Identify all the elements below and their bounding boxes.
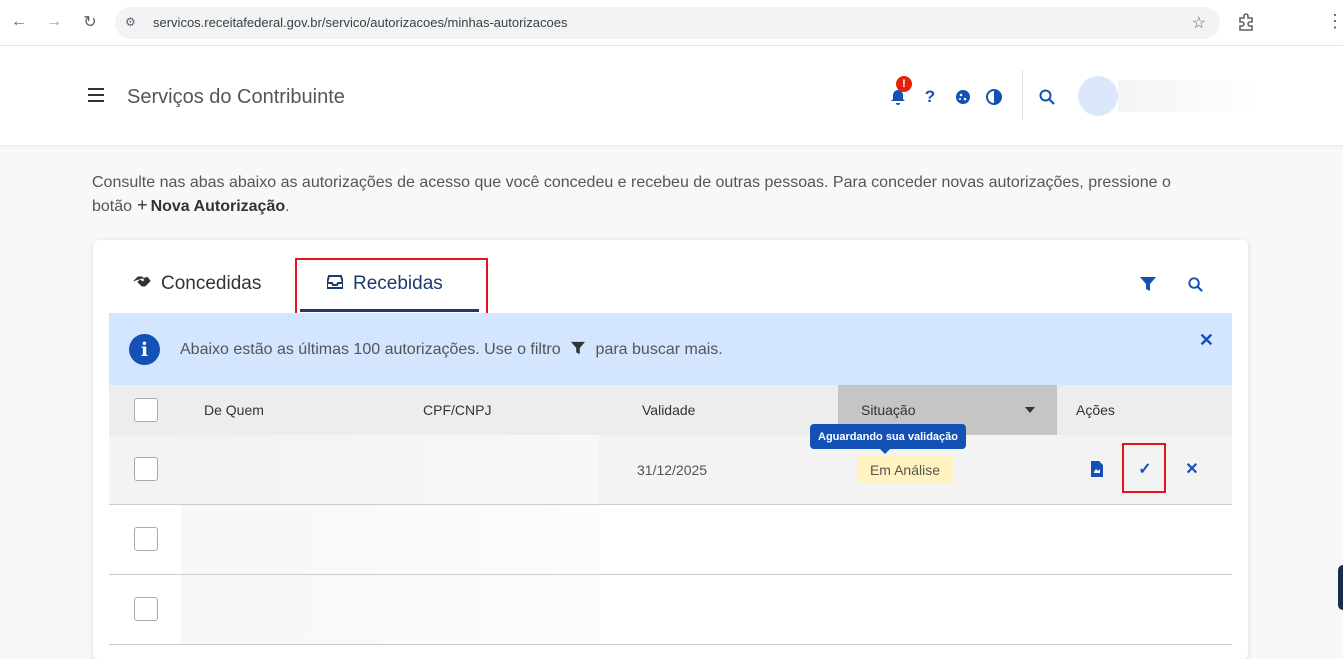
intro-text: Consulte nas abas abaixo as autorizações… — [92, 171, 1252, 218]
redacted-cell — [181, 435, 599, 504]
plus-icon: + — [137, 195, 148, 215]
filter-icon[interactable] — [1138, 274, 1158, 294]
table-row[interactable]: 31/12/2025 Em Análise ✓ ✕ — [109, 435, 1232, 505]
info-alert: i Abaixo estão as últimas 100 autorizaçõ… — [109, 313, 1232, 385]
alert-filter-icon — [571, 341, 586, 355]
card-search-icon[interactable] — [1185, 274, 1205, 294]
document-icon[interactable] — [1088, 460, 1106, 478]
app-header: Serviços do Contribuinte ! ? — [0, 46, 1343, 145]
tab-concedidas-label: Concedidas — [161, 273, 262, 294]
highlight-box-approve — [1122, 443, 1166, 493]
column-header-situacao[interactable]: Situação — [861, 402, 915, 418]
intro-text-after: . — [285, 198, 290, 215]
address-bar[interactable]: ⚙ servicos.receitafederal.gov.br/servico… — [115, 7, 1220, 39]
column-header-validade[interactable]: Validade — [642, 402, 695, 418]
bookmark-star-icon[interactable]: ☆ — [1192, 13, 1206, 33]
column-header-cpf-cnpj[interactable]: CPF/CNPJ — [423, 402, 491, 418]
url-text: servicos.receitafederal.gov.br/servico/a… — [153, 15, 568, 30]
help-icon[interactable]: ? — [920, 87, 940, 107]
row-checkbox[interactable] — [134, 527, 158, 551]
sort-desc-icon[interactable] — [1025, 407, 1035, 413]
reload-icon[interactable]: ↻ — [79, 11, 101, 33]
site-settings-icon[interactable]: ⚙ — [125, 15, 141, 31]
menu-hamburger-icon[interactable] — [88, 88, 104, 102]
authorizations-card: Concedidas Recebidas i Abaixo estão as ú… — [93, 240, 1248, 659]
header-divider — [1022, 70, 1023, 120]
column-header-acoes: Ações — [1076, 402, 1115, 418]
user-name-redacted[interactable] — [1118, 80, 1258, 112]
table-row[interactable] — [109, 575, 1232, 645]
tab-concedidas[interactable]: Concedidas — [133, 262, 261, 306]
avatar[interactable] — [1078, 76, 1118, 116]
browser-menu-icon[interactable]: ⋮ — [1326, 11, 1343, 32]
alert-message: Abaixo estão as últimas 100 autorizações… — [180, 341, 723, 359]
validity-date: 31/12/2025 — [637, 462, 708, 478]
browser-toolbar: ← → ↻ ⚙ servicos.receitafederal.gov.br/s… — [0, 0, 1343, 46]
forward-icon[interactable]: → — [43, 11, 65, 33]
column-header-de-quem[interactable]: De Quem — [204, 402, 264, 418]
alert-text-before: Abaixo estão as últimas 100 autorizações… — [180, 341, 561, 358]
contrast-icon[interactable] — [984, 87, 1004, 107]
nova-autorizacao-link[interactable]: Nova Autorização — [151, 198, 286, 215]
redacted-cell — [181, 575, 599, 644]
notification-badge: ! — [896, 76, 912, 92]
table-header: De Quem CPF/CNPJ Validade Situação Ações — [109, 385, 1232, 435]
table-row[interactable] — [109, 505, 1232, 575]
redacted-cell — [181, 505, 599, 574]
search-icon[interactable] — [1037, 87, 1057, 107]
cookie-icon[interactable] — [953, 87, 973, 107]
back-icon[interactable]: ← — [8, 11, 30, 33]
extensions-icon[interactable] — [1236, 12, 1256, 32]
alert-text-after: para buscar mais. — [595, 341, 723, 358]
alert-close-icon[interactable]: ✕ — [1199, 330, 1214, 351]
handshake-icon — [133, 275, 151, 294]
row-checkbox[interactable] — [134, 597, 158, 621]
select-all-checkbox[interactable] — [134, 398, 158, 422]
status-tooltip: Aguardando sua validação — [810, 424, 966, 454]
row-checkbox[interactable] — [134, 457, 158, 481]
info-icon: i — [129, 334, 160, 365]
edge-scroll-indicator — [1338, 565, 1343, 610]
status-badge: Em Análise — [857, 456, 953, 484]
app-title: Serviços do Contribuinte — [127, 86, 345, 108]
reject-close-icon[interactable]: ✕ — [1183, 460, 1201, 478]
